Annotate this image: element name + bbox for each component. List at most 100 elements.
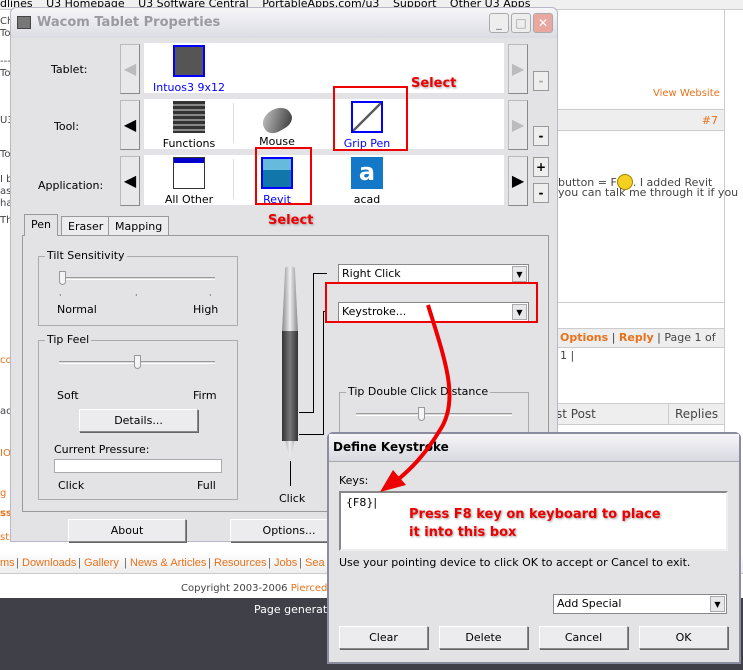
about-button[interactable]: About [68, 519, 186, 542]
keys-value: {F8} [346, 496, 374, 509]
pressure-min-label: Click [58, 479, 85, 492]
group-title: Tip Feel [45, 333, 92, 346]
tilt-sensitivity-group: Tilt Sensitivity · · · Normal High [38, 249, 238, 326]
delete-button[interactable]: Delete [439, 626, 528, 649]
annotation-line: it into this box [409, 525, 517, 540]
annotation-select: Select [411, 76, 457, 91]
footer-link[interactable]: ms [0, 552, 15, 574]
col-last-post[interactable]: st Post [556, 404, 596, 424]
slider-min-label: Normal [57, 303, 97, 316]
pressure-bar [54, 459, 222, 473]
dialog-title[interactable]: Define Keystroke [329, 434, 739, 461]
thread-toolbar: Options | Reply | Page 1 of 1 | [556, 328, 724, 362]
tablet-scroll-left[interactable]: ◀ [120, 44, 140, 94]
tilt-slider[interactable] [59, 277, 215, 280]
keys-label: Keys: [339, 474, 369, 487]
tablet-item[interactable]: Intuos3 9x12 [149, 45, 229, 94]
generation-text: Page generatio [254, 603, 337, 616]
remove-tool-button[interactable]: - [533, 126, 549, 146]
application-scroll-right[interactable]: ▶ [508, 156, 528, 206]
tab-mapping[interactable]: Mapping [108, 216, 170, 237]
slider-max-label: High [193, 303, 219, 316]
tablet-icon [173, 45, 205, 77]
footer-link[interactable]: Downloads [22, 552, 76, 574]
double-click-slider-thumb[interactable] [418, 407, 425, 421]
remove-tablet-button[interactable]: - [533, 71, 549, 91]
tablet-name: Intuos3 9x12 [153, 81, 225, 94]
group-title: Tilt Sensitivity [45, 249, 127, 262]
select-value: Add Special [557, 597, 622, 610]
mouse-icon [258, 102, 296, 138]
select-value: Right Click [342, 267, 401, 280]
double-click-slider[interactable] [356, 413, 512, 416]
annotation-select: Select [268, 213, 314, 228]
tablet-app-icon [17, 16, 31, 29]
acad-icon: a [351, 157, 383, 189]
slider-max-label: Firm [193, 389, 217, 402]
tool-scroll-left[interactable]: ◀ [120, 100, 140, 150]
tablet-scroll-right[interactable]: ▶ [508, 44, 528, 94]
highlight-keystroke [325, 282, 538, 323]
window-title-bar[interactable]: Wacom Tablet Properties _ □ ✕ [11, 8, 557, 38]
app-label-text: acad [353, 193, 381, 206]
tab-pen[interactable]: Pen [24, 214, 58, 236]
post-number[interactable]: #7 [702, 114, 718, 127]
app-item-acad[interactable]: a acad [327, 157, 407, 206]
footer-link[interactable]: Gallery [84, 552, 119, 574]
tool-label-text: Functions [162, 137, 216, 150]
tool-item-mouse[interactable]: Mouse [237, 101, 317, 148]
post-header: #7 [556, 109, 724, 131]
copyright-text: Copyright 2003-2006 [181, 583, 288, 594]
cancel-button[interactable]: Cancel [539, 626, 628, 649]
app-label-text: All Other [164, 193, 214, 206]
slider-min-label: Soft [57, 389, 79, 402]
clear-button[interactable]: Clear [339, 626, 428, 649]
post-text: you can talk me through it if you [558, 186, 739, 199]
highlight-grip-pen [333, 86, 408, 151]
table-header: st Post Replies [556, 403, 724, 425]
minimize-button[interactable]: _ [489, 13, 509, 33]
details-button[interactable]: Details... [79, 409, 198, 432]
tool-item-functions[interactable]: Functions [149, 101, 229, 150]
remove-application-button[interactable]: - [533, 183, 549, 203]
info-text: Use your pointing device to click OK to … [339, 556, 691, 569]
define-keystroke-dialog: Define Keystroke Keys: {F8}| Use your po… [327, 432, 741, 664]
footer-link[interactable]: Resources [214, 552, 267, 574]
footer-link[interactable]: Sea [305, 552, 325, 574]
tool-label: Tool: [54, 120, 80, 133]
footer-link[interactable]: News & Articles [130, 552, 206, 574]
options-link[interactable]: Options [560, 331, 608, 344]
ok-button[interactable]: OK [639, 626, 728, 649]
tool-strip: Functions Mouse Grip Pen [144, 99, 504, 150]
pressure-max-label: Full [197, 479, 216, 492]
application-label: Application: [38, 179, 104, 192]
current-pressure-label: Current Pressure: [54, 443, 150, 456]
maximize-button[interactable]: □ [511, 13, 531, 33]
tab-eraser[interactable]: Eraser [61, 216, 111, 237]
chevron-down-icon: ▼ [710, 596, 725, 612]
add-special-select[interactable]: Add Special ▼ [553, 594, 727, 614]
close-button[interactable]: ✕ [533, 13, 553, 33]
chevron-down-icon: ▼ [512, 266, 527, 282]
app-item-all-other[interactable]: All Other [149, 157, 229, 206]
tool-scroll-right[interactable]: ▶ [508, 100, 528, 150]
upper-button-select[interactable]: Right Click ▼ [338, 264, 529, 284]
annotation-line: Press F8 key on keyboard to place [409, 507, 661, 522]
pen-grip [282, 331, 298, 441]
text-fragment: To [0, 149, 11, 160]
pen-tip-label: Click [279, 492, 306, 505]
functions-icon [173, 101, 205, 133]
add-application-button[interactable]: + [533, 157, 549, 177]
footer-link[interactable]: Jobs [274, 552, 297, 574]
text-fragment: To [0, 68, 11, 79]
group-title: Tip Double Click Distance [346, 385, 491, 398]
tilt-slider-thumb[interactable] [59, 271, 66, 285]
application-scroll-left[interactable]: ◀ [120, 156, 140, 206]
reply-link[interactable]: Reply [619, 331, 654, 344]
annotation-press-f8: Press F8 key on keyboard to place it into… [409, 506, 661, 542]
highlight-revit [255, 147, 312, 205]
col-replies[interactable]: Replies [668, 404, 718, 424]
view-website-link[interactable]: View Website [653, 88, 720, 99]
tip-feel-slider-thumb[interactable] [134, 355, 141, 369]
window-title: Wacom Tablet Properties [37, 15, 221, 30]
